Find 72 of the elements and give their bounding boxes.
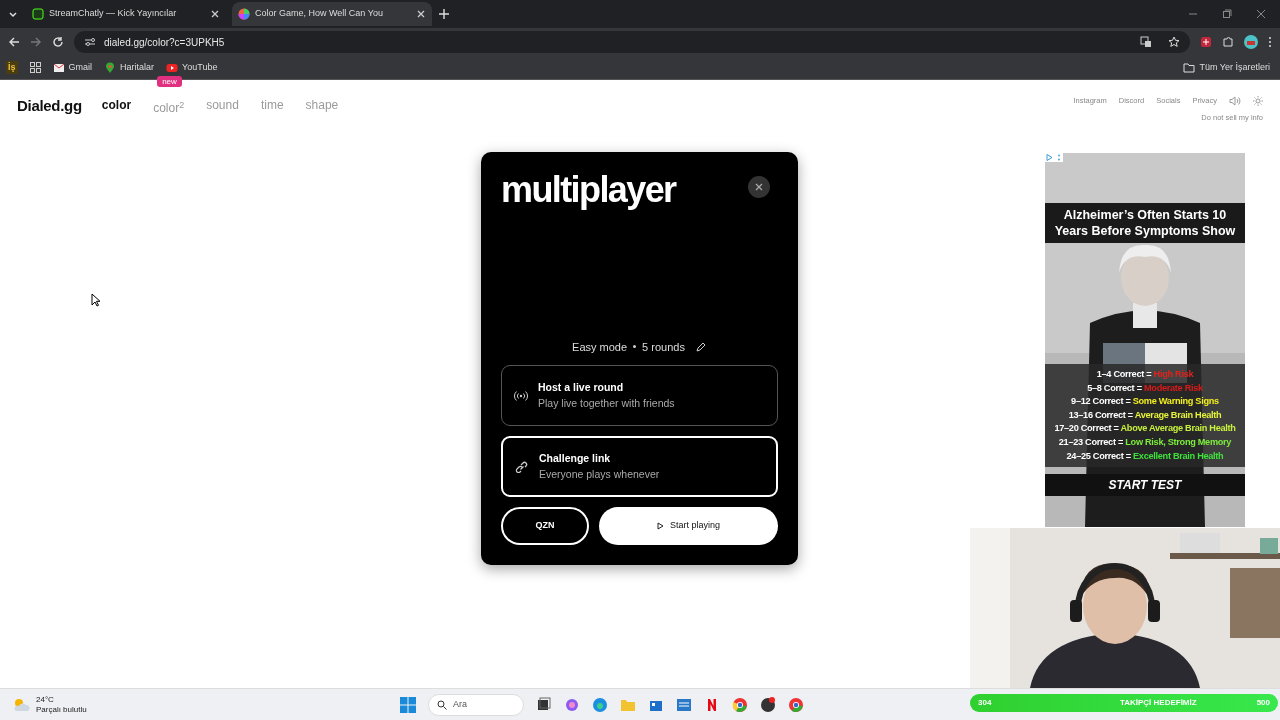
browser-icon[interactable]: [592, 696, 608, 713]
option-subtitle: Everyone plays whenever: [539, 466, 660, 482]
option-card[interactable]: Challenge link Everyone plays whenever: [501, 436, 778, 497]
close-icon: [755, 183, 763, 191]
temperature-text: 24°C: [36, 694, 55, 705]
bookmark[interactable]: Haritalar: [104, 60, 155, 75]
weather-condition: Parçalı bulutlu: [36, 704, 87, 715]
task-view-icon[interactable]: [536, 696, 552, 713]
bookmark[interactable]: YouTube: [166, 60, 218, 75]
reload-icon[interactable]: [52, 36, 64, 48]
translate-icon[interactable]: [1140, 36, 1152, 48]
forward-icon: [30, 36, 42, 48]
option-title: Challenge link: [539, 450, 612, 466]
rounds-label: 5 rounds: [642, 339, 685, 355]
star-icon[interactable]: [1168, 36, 1180, 48]
map-pin-icon: [104, 61, 117, 74]
nav-link[interactable]: color: [101, 95, 132, 114]
search-icon: [437, 699, 447, 710]
speaker-icon[interactable]: [1229, 95, 1241, 106]
address-bar[interactable]: dialed.gg/color?c=3UPKH5: [74, 31, 1190, 53]
mode-label: Easy mode: [572, 339, 628, 355]
goal-target: 500: [1256, 697, 1270, 709]
option-title: Host a live round: [538, 379, 625, 395]
cursor-icon: [91, 293, 101, 307]
copilot-icon[interactable]: [564, 696, 580, 713]
start-button[interactable]: Start playing: [599, 507, 778, 545]
apps-grid-icon[interactable]: [29, 62, 41, 73]
goal-current: 304: [978, 697, 992, 709]
color-wheel-icon: [238, 8, 250, 20]
modal-title: multiplayer: [501, 172, 676, 208]
mail-icon: [52, 61, 65, 74]
restore-icon[interactable]: [1222, 9, 1232, 19]
chrome-icon[interactable]: [788, 696, 804, 713]
goal-label: TAKİPÇİ HEDEFİMİZ: [1119, 697, 1197, 709]
new-tab-icon[interactable]: [438, 8, 450, 20]
search-placeholder: Ara: [453, 697, 467, 711]
weather-icon: [12, 696, 30, 713]
close-icon[interactable]: [1256, 9, 1266, 19]
search-field[interactable]: Ara: [428, 693, 524, 716]
tab-title: Color Game, How Well Can You: [255, 7, 384, 21]
option-card[interactable]: Host a live round Play live together with friends: [501, 365, 778, 426]
browser-tab[interactable]: StreamChatly — Kick Yayıncılar: [26, 2, 226, 26]
bookmark[interactable]: Gmail: [52, 60, 93, 75]
broadcast-icon: [514, 389, 528, 402]
back-icon[interactable]: [8, 36, 20, 48]
folder-icon: [1183, 62, 1196, 73]
link-icon: [515, 460, 529, 473]
chat-icon: [32, 8, 44, 20]
close-button[interactable]: [748, 176, 770, 198]
new-badge: new: [157, 76, 182, 87]
app-icon[interactable]: [760, 696, 776, 713]
tab-title: StreamChatly — Kick Yayıncılar: [49, 7, 178, 21]
all-bookmarks[interactable]: Tüm Yer İşaretleri: [1183, 60, 1274, 75]
menu-icon[interactable]: [1268, 36, 1272, 48]
app-shortcut[interactable]: İş: [6, 60, 18, 75]
play-icon: [657, 522, 664, 530]
extension-icon[interactable]: [1200, 36, 1212, 48]
avatar-icon[interactable]: [1244, 35, 1258, 49]
calculator-icon[interactable]: [676, 696, 692, 713]
browser-tab[interactable]: Color Game, How Well Can You: [232, 2, 432, 26]
site-logo[interactable]: Dialed.gg: [17, 95, 82, 118]
pencil-icon[interactable]: [694, 340, 707, 353]
url-text: dialed.gg/color?c=3UPKH5: [104, 35, 225, 50]
option-subtitle: Play live together with friends: [538, 395, 675, 411]
play-icon: [166, 61, 179, 74]
close-icon[interactable]: [210, 9, 220, 19]
start-icon[interactable]: [400, 696, 416, 713]
close-icon[interactable]: [416, 9, 426, 19]
dot-icon: [633, 345, 637, 349]
code-button[interactable]: QZN: [501, 507, 589, 545]
site-settings-icon[interactable]: [84, 37, 96, 47]
chrome-icon[interactable]: [732, 696, 748, 713]
